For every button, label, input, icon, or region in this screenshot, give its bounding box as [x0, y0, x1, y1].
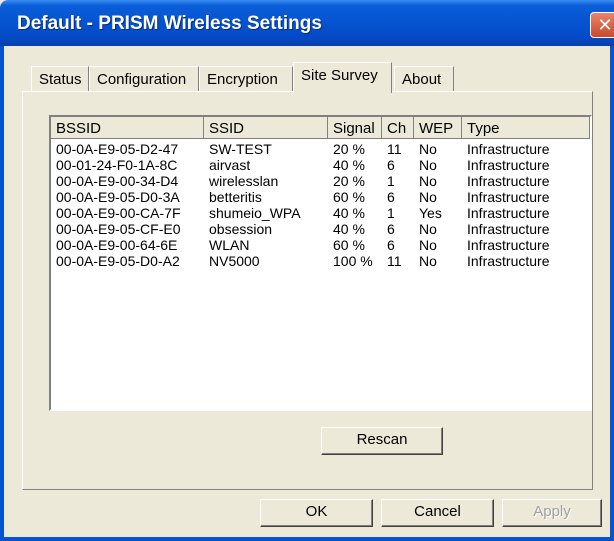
- cell-ch: 1: [387, 205, 395, 221]
- cell-wep: No: [419, 253, 437, 269]
- table-row[interactable]: 00-01-24-F0-1A-8C airvast 40 % 6 No Infrastru…: [51, 157, 590, 173]
- column-header-ch[interactable]: Ch: [382, 117, 414, 139]
- table-row[interactable]: 00-0A-E9-00-64-6E WLAN 60 % 6 No Infrastructu…: [51, 237, 590, 253]
- cell-ch: 11: [387, 141, 402, 157]
- tab-label: Configuration: [97, 71, 187, 88]
- column-header-ssid[interactable]: SSID: [204, 117, 328, 139]
- cell-bssid: 00-0A-E9-05-CF-E0: [56, 221, 181, 237]
- tab-encryption[interactable]: Encryption: [199, 66, 293, 91]
- cell-signal: 40 %: [333, 205, 365, 221]
- cell-type: Infrastructure: [467, 221, 550, 237]
- cell-ch: 6: [387, 221, 395, 237]
- cell-ssid: airvast: [209, 157, 251, 173]
- cell-signal: 20 %: [333, 141, 365, 157]
- cell-ssid: WLAN: [209, 237, 250, 253]
- cell-ssid: obsession: [209, 221, 273, 237]
- rescan-button[interactable]: Rescan: [321, 427, 443, 455]
- cell-wep: No: [419, 141, 437, 157]
- column-header-wep[interactable]: WEP: [414, 117, 462, 139]
- tab-label: About: [402, 71, 442, 88]
- cell-type: Infrastructure: [467, 173, 550, 189]
- close-button[interactable]: ✕: [590, 12, 614, 38]
- window-frame-left: [0, 46, 4, 541]
- tab-configuration[interactable]: Configuration: [89, 66, 199, 91]
- window-title: Default - PRISM Wireless Settings: [17, 13, 322, 34]
- cell-wep: No: [419, 221, 437, 237]
- tab-site-survey[interactable]: Site Survey: [293, 62, 392, 93]
- table-row[interactable]: 00-0A-E9-00-CA-7F shumeio_WPA 40 % 1 Yes Infr…: [51, 205, 590, 221]
- cell-ssid: shumeio_WPA: [209, 205, 301, 221]
- cell-type: Infrastructure: [467, 205, 550, 221]
- cell-wep: No: [419, 237, 437, 253]
- column-header-bssid[interactable]: BSSID: [51, 117, 204, 139]
- window-frame-right: [610, 46, 614, 541]
- cell-wep: No: [419, 157, 437, 173]
- dialog-window: Default - PRISM Wireless Settings ✕ Stat…: [0, 0, 614, 541]
- table-row[interactable]: 00-0A-E9-00-34-D4 wirelesslan 20 % 1 No Infra…: [51, 173, 590, 189]
- tab-label: Site Survey: [301, 67, 378, 84]
- cell-ch: 6: [387, 237, 395, 253]
- cell-signal: 60 %: [333, 189, 365, 205]
- cell-bssid: 00-0A-E9-00-CA-7F: [56, 205, 181, 221]
- cell-ssid: NV5000: [209, 253, 260, 269]
- table-row[interactable]: 00-0A-E9-05-CF-E0 obsession 40 % 6 No Infrast…: [51, 221, 590, 237]
- cell-ssid: betteritis: [209, 189, 262, 205]
- title-bar[interactable]: Default - PRISM Wireless Settings ✕: [0, 0, 614, 46]
- cell-wep: No: [419, 173, 437, 189]
- cell-type: Infrastructure: [467, 141, 550, 157]
- tab-label: Encryption: [207, 71, 278, 88]
- table-row[interactable]: 00-0A-E9-05-D0-A2 NV5000 100 % 11 No Infrastr…: [51, 253, 590, 269]
- cell-wep: Yes: [419, 205, 442, 221]
- apply-button[interactable]: Apply: [502, 499, 602, 527]
- cell-bssid: 00-0A-E9-05-D0-3A: [56, 189, 180, 205]
- tab-status[interactable]: Status: [31, 66, 89, 91]
- cancel-button[interactable]: Cancel: [381, 499, 494, 527]
- close-icon: ✕: [597, 15, 613, 35]
- cell-wep: No: [419, 189, 437, 205]
- tab-label: Status: [39, 71, 82, 88]
- cell-signal: 20 %: [333, 173, 365, 189]
- table-row[interactable]: 00-0A-E9-05-D2-47 SW-TEST 20 % 11 No Infrastr…: [51, 141, 590, 157]
- cell-bssid: 00-01-24-F0-1A-8C: [56, 157, 178, 173]
- cell-ch: 1: [387, 173, 395, 189]
- column-header-signal[interactable]: Signal: [328, 117, 382, 139]
- cell-signal: 60 %: [333, 237, 365, 253]
- cell-type: Infrastructure: [467, 189, 550, 205]
- cell-type: Infrastructure: [467, 237, 550, 253]
- cell-bssid: 00-0A-E9-05-D2-47: [56, 141, 179, 157]
- cell-ch: 11: [387, 253, 402, 269]
- table-row[interactable]: 00-0A-E9-05-D0-3A betteritis 60 % 6 No Infras…: [51, 189, 590, 205]
- cell-type: Infrastructure: [467, 253, 550, 269]
- list-header: BSSID SSID Signal Ch WEP Type: [51, 117, 590, 139]
- cell-signal: 40 %: [333, 157, 365, 173]
- cell-bssid: 00-0A-E9-05-D0-A2: [56, 253, 180, 269]
- cell-bssid: 00-0A-E9-00-64-6E: [56, 237, 178, 253]
- tab-about[interactable]: About: [394, 66, 454, 91]
- cell-signal: 40 %: [333, 221, 365, 237]
- cell-ssid: wirelesslan: [209, 173, 279, 189]
- cell-type: Infrastructure: [467, 157, 550, 173]
- site-survey-list[interactable]: BSSID SSID Signal Ch WEP Type 00-0A-E9-0…: [49, 115, 592, 411]
- cell-ch: 6: [387, 157, 395, 173]
- cell-bssid: 00-0A-E9-00-34-D4: [56, 173, 179, 189]
- cell-ssid: SW-TEST: [209, 141, 272, 157]
- window-frame-bottom: [0, 537, 614, 541]
- cell-signal: 100 %: [333, 253, 373, 269]
- ok-button[interactable]: OK: [260, 499, 373, 527]
- column-header-type[interactable]: Type: [462, 117, 590, 139]
- cell-ch: 6: [387, 189, 395, 205]
